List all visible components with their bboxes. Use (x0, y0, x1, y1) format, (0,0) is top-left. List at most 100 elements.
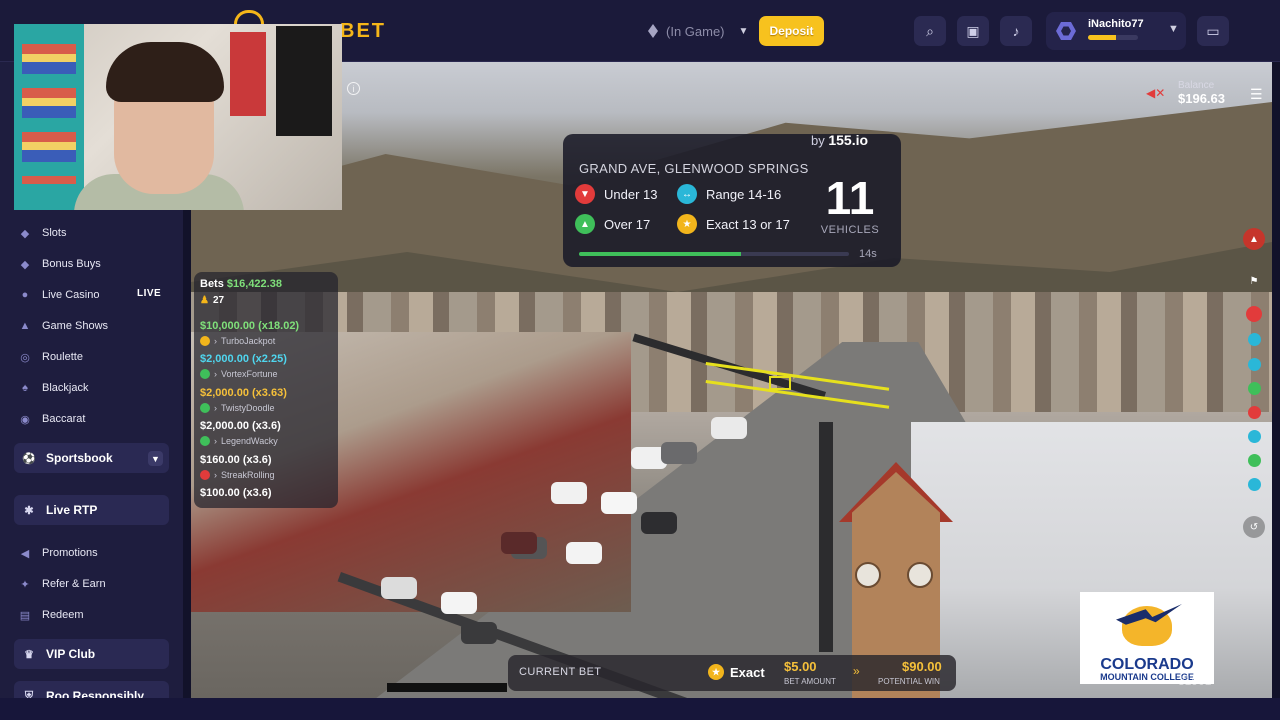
bet-amount: $5.00 (784, 659, 817, 674)
sidebar-item-label: Blackjack (42, 382, 89, 394)
search-icon: ⌕ (926, 22, 934, 39)
notifications-button[interactable]: ♪ (1000, 16, 1032, 46)
sidebar-item-roulette[interactable]: ◎ Roulette (18, 350, 83, 364)
chat-icon: ▭ (1206, 22, 1220, 39)
sport-ball-icon: ⚽ (22, 452, 36, 465)
bell-icon: ♪ (1012, 23, 1020, 39)
sidebar-item-vip-club[interactable]: ♛ VIP Club (14, 639, 169, 669)
bet-username: VortexFortune (221, 369, 278, 380)
user-menu[interactable]: iNachito77 ▼ (1046, 12, 1186, 50)
bet-amount-value: $2,000.00 (200, 353, 249, 366)
roulette-icon: ◎ (20, 351, 30, 364)
camera-icon: ● (21, 289, 29, 301)
balance-display: Balance $196.63 (1178, 80, 1225, 106)
provider-credit: by 155.io (811, 132, 893, 152)
sidebar-item-label: Live RTP (46, 503, 98, 517)
option-exact[interactable]: ★ Exact 13 or 17 (677, 214, 790, 234)
bet-row-amount: $2,000.00 (x2.25) (200, 353, 287, 365)
chevron-down-icon[interactable]: ▼ (148, 451, 163, 466)
menu-icon[interactable]: ☰ (1250, 86, 1263, 103)
sidebar-item-redeem[interactable]: ▤ Redeem (18, 608, 84, 622)
camera-id: 31901 (1178, 674, 1212, 688)
bet-row-user: › LegendWacky (200, 436, 278, 447)
up-arrow-icon: ▲ (575, 214, 595, 234)
history-marker-range (1248, 333, 1261, 346)
logo-mark (234, 10, 264, 24)
bet-row-amount: $10,000.00 (x18.02) (200, 320, 299, 332)
sidebar-item-slots[interactable]: ◆ Slots (18, 226, 67, 240)
bet-row-user: › StreakRolling (200, 469, 275, 480)
option-label: Under 13 (604, 186, 658, 202)
sidebar-item-blackjack[interactable]: ♠ Blackjack (18, 381, 88, 395)
bet-row-user: › TwistyDoodle (200, 402, 275, 413)
sidebar-item-game-shows[interactable]: ▲ Game Shows (18, 319, 108, 333)
bets-total: Bets $16,422.38 (200, 278, 282, 290)
sidebar-item-label: Roulette (42, 351, 83, 363)
down-arrow-icon: ▼ (575, 184, 595, 204)
mute-icon[interactable]: ◀✕ (1146, 86, 1165, 100)
bet-row-amount: $2,000.00 (x3.6) (200, 420, 281, 432)
diamond-icon (648, 24, 658, 38)
bet-row-user: › VortexFortune (200, 369, 278, 380)
logo[interactable]: BET (340, 20, 386, 43)
bet-amount-value: $2,000.00 (200, 386, 249, 399)
potential-win-label: POTENTIAL WIN (878, 677, 940, 686)
bet-choice-icon (200, 402, 210, 413)
car (501, 532, 537, 554)
car (461, 622, 497, 644)
bet-username: TurboJackpot (221, 336, 276, 346)
sidebar-item-live-rtp[interactable]: ✱ Live RTP (14, 495, 169, 525)
clock-face (907, 562, 933, 588)
sidebar-item-baccarat[interactable]: ◉ Baccarat (18, 412, 85, 426)
chevron-down-icon: ▼ (1168, 23, 1179, 35)
alert-icon[interactable]: ▲ (1243, 228, 1265, 250)
bottom-strip (0, 698, 1280, 720)
bet-row-amount: $2,000.00 (x3.63) (200, 387, 287, 399)
option-over-17[interactable]: ▲ Over 17 (575, 214, 650, 234)
sidebar-item-label: Game Shows (42, 320, 109, 332)
option-range-14-16[interactable]: ↔ Range 14-16 (677, 184, 781, 204)
bet-multiplier: (x18.02) (258, 320, 300, 332)
bet-amount-value: $160.00 (200, 453, 240, 466)
history-icon[interactable]: ↺ (1243, 516, 1265, 538)
flag-icon[interactable]: ⚑ (1245, 272, 1263, 290)
bet-multiplier: (x3.6) (242, 453, 272, 466)
info-icon[interactable]: i (347, 82, 360, 95)
sidebar-item-refer-earn[interactable]: ✦ Refer & Earn (18, 577, 105, 591)
sidebar-item-promotions[interactable]: ◀ Promotions (18, 546, 98, 560)
currency-selector[interactable]: (In Game) ▼ (638, 16, 756, 46)
bet-username: LegendWacky (221, 436, 278, 447)
sidebar-item-sportsbook[interactable]: ⚽ Sportsbook ▼ (14, 443, 169, 473)
provider-name: 155.io (828, 132, 869, 148)
deposit-button[interactable]: Deposit (759, 16, 824, 46)
bet-choice-icon (200, 436, 210, 447)
streamer-hair (106, 42, 224, 102)
chat-button[interactable]: ▭ (1197, 16, 1229, 46)
redeem-icon: ▤ (19, 609, 31, 622)
round-timer: 14s (859, 248, 877, 260)
option-label: Exact 13 or 17 (706, 216, 790, 232)
history-marker-range (1248, 478, 1261, 491)
potential-win: $90.00 (902, 659, 942, 674)
trophy-icon: ▲ (19, 320, 31, 332)
level-progress-fill (1088, 35, 1116, 40)
username: iNachito77 (1088, 18, 1144, 30)
search-button[interactable]: ⌕ (914, 16, 946, 46)
traffic-pole (819, 422, 833, 652)
option-under-13[interactable]: ▼ Under 13 (575, 184, 657, 204)
gift-icon: ▣ (966, 22, 980, 39)
sidebar-item-bonus-buys[interactable]: ◆ Bonus Buys (18, 257, 101, 271)
vehicle-detection-box (769, 376, 791, 390)
car (661, 442, 697, 464)
bet-amount-label: BET AMOUNT (784, 677, 836, 686)
car (381, 577, 417, 599)
cards-icon: ♠ (22, 382, 28, 394)
level-progress-bar (1088, 35, 1138, 40)
chevron-down-icon: ▼ (738, 25, 749, 37)
sidebar-item-live-casino[interactable]: ● Live Casino (18, 288, 100, 302)
sponsor-logo: COLORADO MOUNTAIN COLLEGE (1080, 592, 1214, 684)
star-icon: ★ (708, 664, 724, 680)
history-marker-over (1248, 454, 1261, 467)
rewards-button[interactable]: ▣ (957, 16, 989, 46)
bet-row-amount: $100.00 (x3.6) (200, 487, 272, 499)
